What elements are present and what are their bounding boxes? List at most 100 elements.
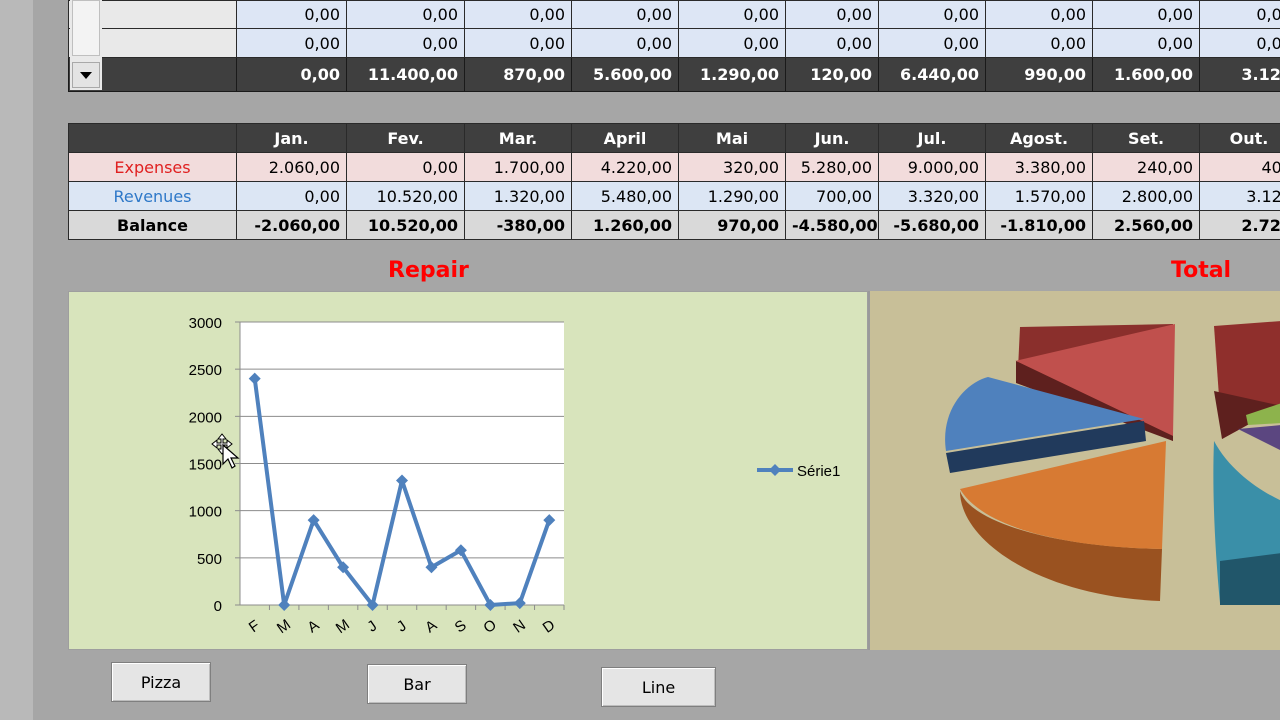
x-tick-label: F bbox=[246, 617, 263, 636]
month-header[interactable]: Mai bbox=[678, 123, 786, 153]
table-cell[interactable]: 0,00 bbox=[1199, 0, 1280, 29]
table-cell[interactable]: 400 bbox=[1199, 152, 1280, 182]
month-header[interactable]: Set. bbox=[1092, 123, 1200, 153]
table-cell[interactable]: 3.120 bbox=[1199, 181, 1280, 211]
table-cell[interactable]: 0,00 bbox=[464, 0, 572, 29]
table-cell[interactable]: 10.520,00 bbox=[346, 210, 465, 240]
table-cell[interactable]: 0,00 bbox=[985, 28, 1093, 58]
table-cell[interactable]: 1.700,00 bbox=[464, 152, 572, 182]
repair-chart-area[interactable]: 0 500 1000 1500 2000 2500 3000 F M A M J J A S O N D Série… bbox=[68, 291, 868, 650]
month-header[interactable]: Mar. bbox=[464, 123, 572, 153]
y-tick-label: 0 bbox=[214, 598, 222, 615]
table-cell[interactable]: 2.800,00 bbox=[1092, 181, 1200, 211]
table-cell[interactable]: 240,00 bbox=[1092, 152, 1200, 182]
x-tick-label: D bbox=[540, 616, 559, 636]
total-row: 0,00 11.400,00 870,00 5.600,00 1.290,00 … bbox=[68, 57, 1280, 92]
x-tick-label: J bbox=[394, 617, 410, 635]
table-cell[interactable]: 0,00 bbox=[1092, 0, 1200, 29]
table-cell[interactable]: -5.680,00 bbox=[878, 210, 986, 240]
row-label[interactable]: Expenses bbox=[68, 152, 237, 182]
left-margin bbox=[0, 0, 33, 720]
month-header[interactable]: Agost. bbox=[985, 123, 1093, 153]
table-cell[interactable]: 4.220,00 bbox=[571, 152, 679, 182]
table-cell[interactable]: 5.280,00 bbox=[785, 152, 879, 182]
summary-table: Jan. Fev. Mar. April Mai Jun. Jul. Agost… bbox=[68, 123, 1280, 240]
month-header[interactable]: Out. bbox=[1199, 123, 1280, 153]
table-cell[interactable]: 1.570,00 bbox=[985, 181, 1093, 211]
total-cell[interactable]: 870,00 bbox=[464, 57, 572, 92]
table-cell[interactable]: 3.380,00 bbox=[985, 152, 1093, 182]
repair-title: Repair bbox=[388, 258, 469, 283]
table-cell[interactable]: 0,00 bbox=[571, 28, 679, 58]
table-cell[interactable]: 3.320,00 bbox=[878, 181, 986, 211]
table-cell[interactable]: 0,00 bbox=[236, 28, 347, 58]
month-header[interactable]: April bbox=[571, 123, 679, 153]
table-cell[interactable]: 2.060,00 bbox=[236, 152, 347, 182]
total-cell[interactable]: 0,00 bbox=[236, 57, 347, 92]
table-cell[interactable]: 970,00 bbox=[678, 210, 786, 240]
total-pie-chart bbox=[945, 321, 1280, 605]
total-cell[interactable]: 5.600,00 bbox=[571, 57, 679, 92]
total-cell[interactable]: 1.600,00 bbox=[1092, 57, 1200, 92]
table-cell[interactable]: 0,00 bbox=[878, 28, 986, 58]
table-cell[interactable]: 320,00 bbox=[678, 152, 786, 182]
table-cell[interactable]: -4.580,00 bbox=[785, 210, 879, 240]
bar-button[interactable]: Bar bbox=[367, 664, 467, 704]
table-cell[interactable]: 9.000,00 bbox=[878, 152, 986, 182]
revenues-row: Revenues 0,00 10.520,00 1.320,00 5.480,0… bbox=[68, 181, 1280, 211]
table-cell[interactable]: 0,00 bbox=[346, 28, 465, 58]
month-header[interactable]: Jul. bbox=[878, 123, 986, 153]
table-cell[interactable]: 0,00 bbox=[785, 0, 879, 29]
total-cell[interactable]: 11.400,00 bbox=[346, 57, 465, 92]
table-cell[interactable]: 1.320,00 bbox=[464, 181, 572, 211]
pizza-button[interactable]: Pizza bbox=[111, 662, 211, 702]
table-cell[interactable]: 0,00 bbox=[346, 152, 465, 182]
table-cell[interactable]: 0,00 bbox=[1092, 28, 1200, 58]
table-cell[interactable]: 0,00 bbox=[1199, 28, 1280, 58]
table-cell[interactable]: 0,00 bbox=[678, 28, 786, 58]
listbox-scrollbar[interactable] bbox=[70, 0, 102, 90]
table-cell[interactable]: 1.260,00 bbox=[571, 210, 679, 240]
scroll-down-button[interactable] bbox=[72, 62, 100, 88]
total-cell[interactable]: 120,00 bbox=[785, 57, 879, 92]
total-chart-area[interactable] bbox=[868, 291, 1280, 650]
total-title: Total bbox=[1171, 258, 1232, 283]
table-cell[interactable]: 0,00 bbox=[985, 0, 1093, 29]
total-cell[interactable]: 990,00 bbox=[985, 57, 1093, 92]
y-tick-label: 2000 bbox=[189, 409, 222, 426]
x-tick-label: S bbox=[452, 617, 470, 637]
scroll-thumb[interactable] bbox=[72, 0, 100, 56]
table-cell[interactable]: 0,00 bbox=[346, 0, 465, 29]
table-cell[interactable]: 0,00 bbox=[236, 181, 347, 211]
table-cell[interactable]: 10.520,00 bbox=[346, 181, 465, 211]
table-cell[interactable]: 5.480,00 bbox=[571, 181, 679, 211]
y-tick-label: 500 bbox=[197, 551, 222, 568]
table-cell[interactable]: 0,00 bbox=[785, 28, 879, 58]
table-cell[interactable]: -1.810,00 bbox=[985, 210, 1093, 240]
legend-label: Série1 bbox=[797, 463, 840, 480]
x-tick-label: M bbox=[333, 616, 353, 637]
month-header[interactable]: Fev. bbox=[346, 123, 465, 153]
table-cell[interactable]: 700,00 bbox=[785, 181, 879, 211]
month-header[interactable]: Jan. bbox=[236, 123, 347, 153]
total-cell[interactable]: 6.440,00 bbox=[878, 57, 986, 92]
table-cell[interactable]: 2.560,00 bbox=[1092, 210, 1200, 240]
y-tick-label: 2500 bbox=[189, 362, 222, 379]
month-header[interactable]: Jun. bbox=[785, 123, 879, 153]
monthly-detail-table: 0,00 0,00 0,00 0,00 0,00 0,00 0,00 0,00 … bbox=[68, 0, 1280, 92]
row-label[interactable]: Revenues bbox=[68, 181, 237, 211]
repair-line-chart: 050010001500200025003000F M A M J J A S O N DSérie… bbox=[189, 315, 841, 637]
table-cell[interactable]: 0,00 bbox=[678, 0, 786, 29]
table-cell[interactable]: 1.290,00 bbox=[678, 181, 786, 211]
total-cell[interactable]: 3.120 bbox=[1199, 57, 1280, 92]
table-cell[interactable]: 0,00 bbox=[878, 0, 986, 29]
table-cell[interactable]: -2.060,00 bbox=[236, 210, 347, 240]
table-cell[interactable]: 0,00 bbox=[571, 0, 679, 29]
total-cell[interactable]: 1.290,00 bbox=[678, 57, 786, 92]
table-cell[interactable]: 0,00 bbox=[236, 0, 347, 29]
line-button[interactable]: Line bbox=[601, 667, 716, 707]
row-label[interactable]: Balance bbox=[68, 210, 237, 240]
table-cell[interactable]: -380,00 bbox=[464, 210, 572, 240]
table-cell[interactable]: 0,00 bbox=[464, 28, 572, 58]
table-cell[interactable]: 2.720 bbox=[1199, 210, 1280, 240]
